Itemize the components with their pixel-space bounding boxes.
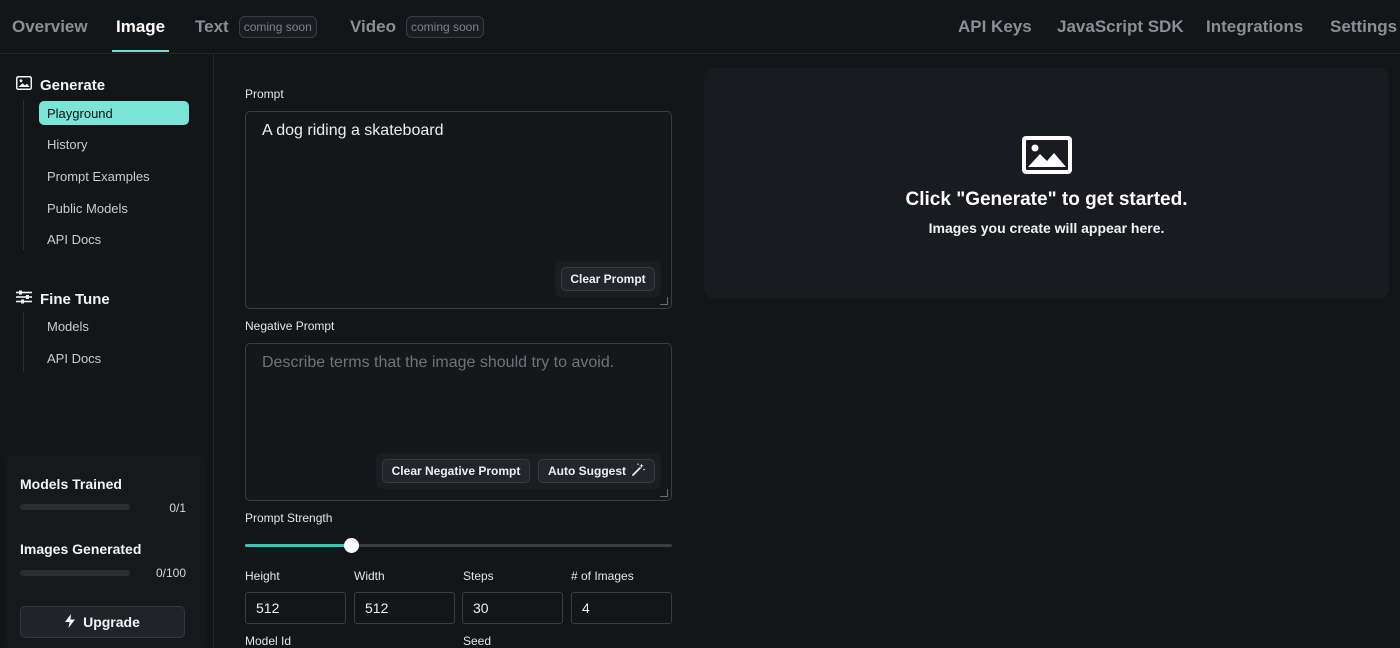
nav-settings[interactable]: Settings [1330,0,1397,54]
sidebar-item-models[interactable]: Models [39,314,189,338]
coming-soon-badge: coming soon [238,16,317,38]
images-generated-count: 0/100 [155,566,186,580]
width-label: Width [354,569,385,583]
steps-input[interactable] [462,592,563,624]
num-images-input[interactable] [571,592,672,624]
coming-soon-badge: coming soon [405,16,485,38]
height-label: Height [245,569,280,583]
sidebar-item-prompt-examples[interactable]: Prompt Examples [39,164,189,188]
image-icon [16,76,32,94]
section-title: Fine Tune [40,290,110,308]
model-id-label: Model Id [245,634,292,648]
nav-javascript-sdk[interactable]: JavaScript SDK [1057,0,1184,54]
models-trained-count: 0/1 [169,501,186,515]
sliders-icon [16,290,32,308]
tab-label: Overview [12,17,88,36]
negative-prompt-label: Negative Prompt [245,319,335,333]
resize-handle[interactable] [660,297,668,305]
output-subtitle: Images you create will appear here. [928,220,1165,236]
auto-suggest-button[interactable]: Auto Suggest [538,459,655,483]
output-panel: Click "Generate" to get started. Images … [704,68,1389,299]
sidebar-item-playground[interactable]: Playground [39,101,189,125]
tab-text[interactable]: Text coming soon [195,0,317,54]
upgrade-label: Upgrade [83,614,140,630]
magic-wand-icon [632,463,645,479]
lightning-icon [65,613,76,631]
resize-handle[interactable] [660,489,668,497]
sidebar-item-public-models[interactable]: Public Models [39,196,189,220]
section-divider [23,100,24,250]
models-trained-label: Models Trained [20,476,122,492]
sidebar-item-history[interactable]: History [39,132,189,156]
images-generated-progress [20,570,130,576]
tab-label: Video [350,17,396,36]
tab-label: Text [195,17,229,36]
tab-label: Image [116,17,166,36]
models-trained-progress [20,504,130,510]
section-generate: Generate [16,76,105,94]
prompt-strength-thumb[interactable] [344,538,360,553]
seed-label: Seed [463,634,492,648]
tab-overview[interactable]: Overview [12,0,88,54]
top-nav: Overview Image Text coming soon Video co… [0,0,1400,54]
sidebar: Generate Playground History Prompt Examp… [0,54,214,648]
nav-integrations[interactable]: Integrations [1206,0,1303,54]
images-generated-label: Images Generated [20,541,142,557]
height-input[interactable] [245,592,346,624]
upgrade-button[interactable]: Upgrade [20,606,185,638]
output-title: Click "Generate" to get started. [905,189,1188,210]
image-icon [1022,136,1072,179]
nav-api-keys[interactable]: API Keys [958,0,1032,54]
sidebar-item-fine-tune-api-docs[interactable]: API Docs [39,346,189,370]
section-fine-tune: Fine Tune [16,290,110,308]
steps-label: Steps [463,569,494,583]
num-images-label: # of Images [571,569,634,583]
width-input[interactable] [354,592,455,624]
tab-image[interactable]: Image [111,0,170,54]
usage-stats: Models Trained 0/1 Images Generated 0/10… [6,456,206,648]
prompt-strength-fill [245,544,352,547]
clear-prompt-button[interactable]: Clear Prompt [561,267,655,291]
sidebar-item-api-docs[interactable]: API Docs [39,227,189,251]
prompt-label: Prompt [245,87,284,101]
tab-video[interactable]: Video coming soon [350,0,485,54]
section-title: Generate [40,76,106,94]
auto-suggest-label: Auto Suggest [548,464,626,478]
section-divider [23,312,24,372]
prompt-strength-label: Prompt Strength [245,511,333,525]
clear-negative-prompt-button[interactable]: Clear Negative Prompt [382,459,530,483]
